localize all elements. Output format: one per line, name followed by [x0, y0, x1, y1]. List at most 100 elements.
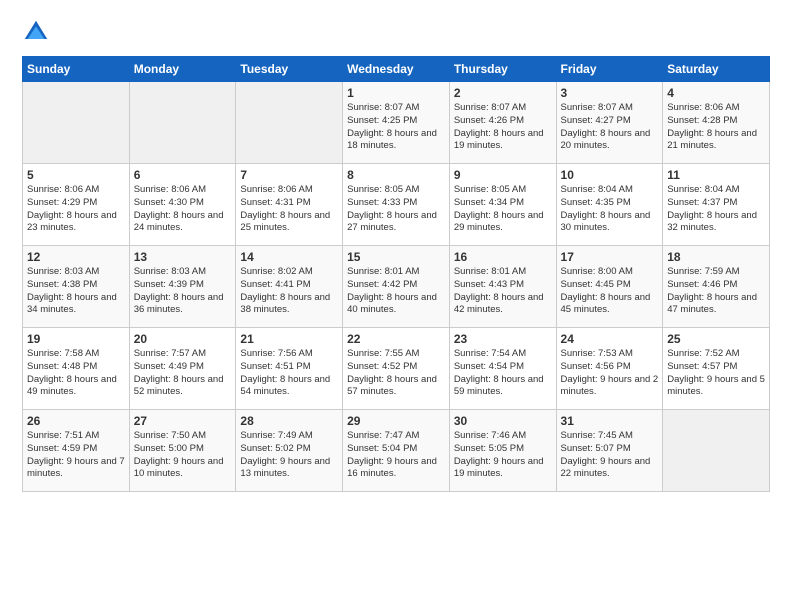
day-info: Sunrise: 7:56 AMSunset: 4:51 PMDaylight:… — [240, 348, 338, 399]
day-number: 27 — [134, 414, 232, 428]
week-row-2: 5Sunrise: 8:06 AMSunset: 4:29 PMDaylight… — [23, 164, 770, 246]
day-cell: 4Sunrise: 8:06 AMSunset: 4:28 PMDaylight… — [663, 82, 770, 164]
day-info: Sunrise: 7:58 AMSunset: 4:48 PMDaylight:… — [27, 348, 125, 399]
day-number: 10 — [561, 168, 659, 182]
day-info: Sunrise: 8:07 AMSunset: 4:25 PMDaylight:… — [347, 102, 445, 153]
day-cell: 13 Sunrise: 8:03 AMSunset: 4:39 PMDayligh… — [129, 246, 236, 328]
day-info: Sunrise: 7:46 AMSunset: 5:05 PMDaylight:… — [454, 430, 552, 481]
day-cell: 2Sunrise: 8:07 AMSunset: 4:26 PMDaylight… — [449, 82, 556, 164]
day-cell: 26 Sunrise: 7:51 AMSunset: 4:59 PMDayligh… — [23, 410, 130, 492]
day-number: 22 — [347, 332, 445, 346]
day-number: 1 — [347, 86, 445, 100]
day-cell: 24 Sunrise: 7:53 AMSunset: 4:56 PMDayligh… — [556, 328, 663, 410]
day-number: 7 — [240, 168, 338, 182]
day-number: 8 — [347, 168, 445, 182]
day-cell: 10 Sunrise: 8:04 AMSunset: 4:35 PMDayligh… — [556, 164, 663, 246]
day-info: Sunrise: 8:03 AMSunset: 4:39 PMDaylight:… — [134, 266, 232, 317]
day-number: 30 — [454, 414, 552, 428]
day-cell: 17 Sunrise: 8:00 AMSunset: 4:45 PMDayligh… — [556, 246, 663, 328]
day-info: Sunrise: 8:00 AMSunset: 4:45 PMDaylight:… — [561, 266, 659, 317]
logo — [22, 18, 54, 46]
day-number: 17 — [561, 250, 659, 264]
day-info: Sunrise: 7:55 AMSunset: 4:52 PMDaylight:… — [347, 348, 445, 399]
day-info: Sunrise: 7:52 AMSunset: 4:57 PMDaylight:… — [667, 348, 765, 399]
day-cell: 23Sunrise: 7:54 AMSunset: 4:54 PMDayligh… — [449, 328, 556, 410]
weekday-header-wednesday: Wednesday — [343, 57, 450, 82]
day-number: 26 — [27, 414, 125, 428]
day-cell: 29Sunrise: 7:47 AMSunset: 5:04 PMDayligh… — [343, 410, 450, 492]
day-cell: 21Sunrise: 7:56 AMSunset: 4:51 PMDayligh… — [236, 328, 343, 410]
day-info: Sunrise: 8:03 AMSunset: 4:38 PMDaylight:… — [27, 266, 125, 317]
weekday-header-thursday: Thursday — [449, 57, 556, 82]
day-info: Sunrise: 7:51 AMSunset: 4:59 PMDaylight:… — [27, 430, 125, 481]
day-info: Sunrise: 8:05 AMSunset: 4:33 PMDaylight:… — [347, 184, 445, 235]
day-number: 24 — [561, 332, 659, 346]
day-info: Sunrise: 7:54 AMSunset: 4:54 PMDaylight:… — [454, 348, 552, 399]
day-cell: 30 Sunrise: 7:46 AMSunset: 5:05 PMDayligh… — [449, 410, 556, 492]
week-row-3: 12 Sunrise: 8:03 AMSunset: 4:38 PMDayligh… — [23, 246, 770, 328]
day-info: Sunrise: 8:04 AMSunset: 4:35 PMDaylight:… — [561, 184, 659, 235]
header — [22, 18, 770, 46]
day-info: Sunrise: 7:50 AMSunset: 5:00 PMDaylight:… — [134, 430, 232, 481]
weekday-header-tuesday: Tuesday — [236, 57, 343, 82]
day-cell: 20Sunrise: 7:57 AMSunset: 4:49 PMDayligh… — [129, 328, 236, 410]
weekday-header-friday: Friday — [556, 57, 663, 82]
weekday-header: SundayMondayTuesdayWednesdayThursdayFrid… — [23, 57, 770, 82]
day-info: Sunrise: 8:02 AMSunset: 4:41 PMDaylight:… — [240, 266, 338, 317]
day-number: 14 — [240, 250, 338, 264]
day-number: 6 — [134, 168, 232, 182]
day-number: 13 — [134, 250, 232, 264]
day-info: Sunrise: 7:45 AMSunset: 5:07 PMDaylight:… — [561, 430, 659, 481]
day-info: Sunrise: 8:01 AMSunset: 4:42 PMDaylight:… — [347, 266, 445, 317]
day-cell: 11 Sunrise: 8:04 AMSunset: 4:37 PMDayligh… — [663, 164, 770, 246]
day-info: Sunrise: 7:47 AMSunset: 5:04 PMDaylight:… — [347, 430, 445, 481]
day-info: Sunrise: 8:01 AMSunset: 4:43 PMDaylight:… — [454, 266, 552, 317]
day-cell: 8 Sunrise: 8:05 AMSunset: 4:33 PMDaylight… — [343, 164, 450, 246]
day-cell: 3Sunrise: 8:07 AMSunset: 4:27 PMDaylight… — [556, 82, 663, 164]
day-number: 11 — [667, 168, 765, 182]
day-info: Sunrise: 8:06 AMSunset: 4:30 PMDaylight:… — [134, 184, 232, 235]
day-info: Sunrise: 8:07 AMSunset: 4:26 PMDaylight:… — [454, 102, 552, 153]
day-cell — [23, 82, 130, 164]
day-number: 12 — [27, 250, 125, 264]
weekday-header-sunday: Sunday — [23, 57, 130, 82]
calendar: SundayMondayTuesdayWednesdayThursdayFrid… — [22, 56, 770, 492]
week-row-5: 26 Sunrise: 7:51 AMSunset: 4:59 PMDayligh… — [23, 410, 770, 492]
day-info: Sunrise: 7:49 AMSunset: 5:02 PMDaylight:… — [240, 430, 338, 481]
day-number: 9 — [454, 168, 552, 182]
day-number: 5 — [27, 168, 125, 182]
day-info: Sunrise: 8:05 AMSunset: 4:34 PMDaylight:… — [454, 184, 552, 235]
day-cell: 22 Sunrise: 7:55 AMSunset: 4:52 PMDayligh… — [343, 328, 450, 410]
weekday-header-monday: Monday — [129, 57, 236, 82]
day-info: Sunrise: 8:06 AMSunset: 4:28 PMDaylight:… — [667, 102, 765, 153]
day-cell: 16 Sunrise: 8:01 AMSunset: 4:43 PMDayligh… — [449, 246, 556, 328]
calendar-body: 1 Sunrise: 8:07 AMSunset: 4:25 PMDaylight… — [23, 82, 770, 492]
day-number: 31 — [561, 414, 659, 428]
day-info: Sunrise: 8:07 AMSunset: 4:27 PMDaylight:… — [561, 102, 659, 153]
week-row-1: 1 Sunrise: 8:07 AMSunset: 4:25 PMDaylight… — [23, 82, 770, 164]
day-cell: 28Sunrise: 7:49 AMSunset: 5:02 PMDayligh… — [236, 410, 343, 492]
page: SundayMondayTuesdayWednesdayThursdayFrid… — [0, 0, 792, 612]
day-cell: 9 Sunrise: 8:05 AMSunset: 4:34 PMDaylight… — [449, 164, 556, 246]
day-cell: 7Sunrise: 8:06 AMSunset: 4:31 PMDaylight… — [236, 164, 343, 246]
day-cell — [236, 82, 343, 164]
day-number: 20 — [134, 332, 232, 346]
day-cell: 6 Sunrise: 8:06 AMSunset: 4:30 PMDaylight… — [129, 164, 236, 246]
day-info: Sunrise: 7:53 AMSunset: 4:56 PMDaylight:… — [561, 348, 659, 399]
day-cell: 14 Sunrise: 8:02 AMSunset: 4:41 PMDayligh… — [236, 246, 343, 328]
week-row-4: 19 Sunrise: 7:58 AMSunset: 4:48 PMDayligh… — [23, 328, 770, 410]
day-cell: 15 Sunrise: 8:01 AMSunset: 4:42 PMDayligh… — [343, 246, 450, 328]
day-cell: 18 Sunrise: 7:59 AMSunset: 4:46 PMDayligh… — [663, 246, 770, 328]
day-number: 16 — [454, 250, 552, 264]
day-number: 25 — [667, 332, 765, 346]
day-number: 19 — [27, 332, 125, 346]
day-number: 18 — [667, 250, 765, 264]
day-info: Sunrise: 7:59 AMSunset: 4:46 PMDaylight:… — [667, 266, 765, 317]
day-cell — [129, 82, 236, 164]
day-cell — [663, 410, 770, 492]
day-cell: 1 Sunrise: 8:07 AMSunset: 4:25 PMDaylight… — [343, 82, 450, 164]
day-info: Sunrise: 8:04 AMSunset: 4:37 PMDaylight:… — [667, 184, 765, 235]
day-cell: 25 Sunrise: 7:52 AMSunset: 4:57 PMDayligh… — [663, 328, 770, 410]
day-cell: 12 Sunrise: 8:03 AMSunset: 4:38 PMDayligh… — [23, 246, 130, 328]
day-number: 15 — [347, 250, 445, 264]
